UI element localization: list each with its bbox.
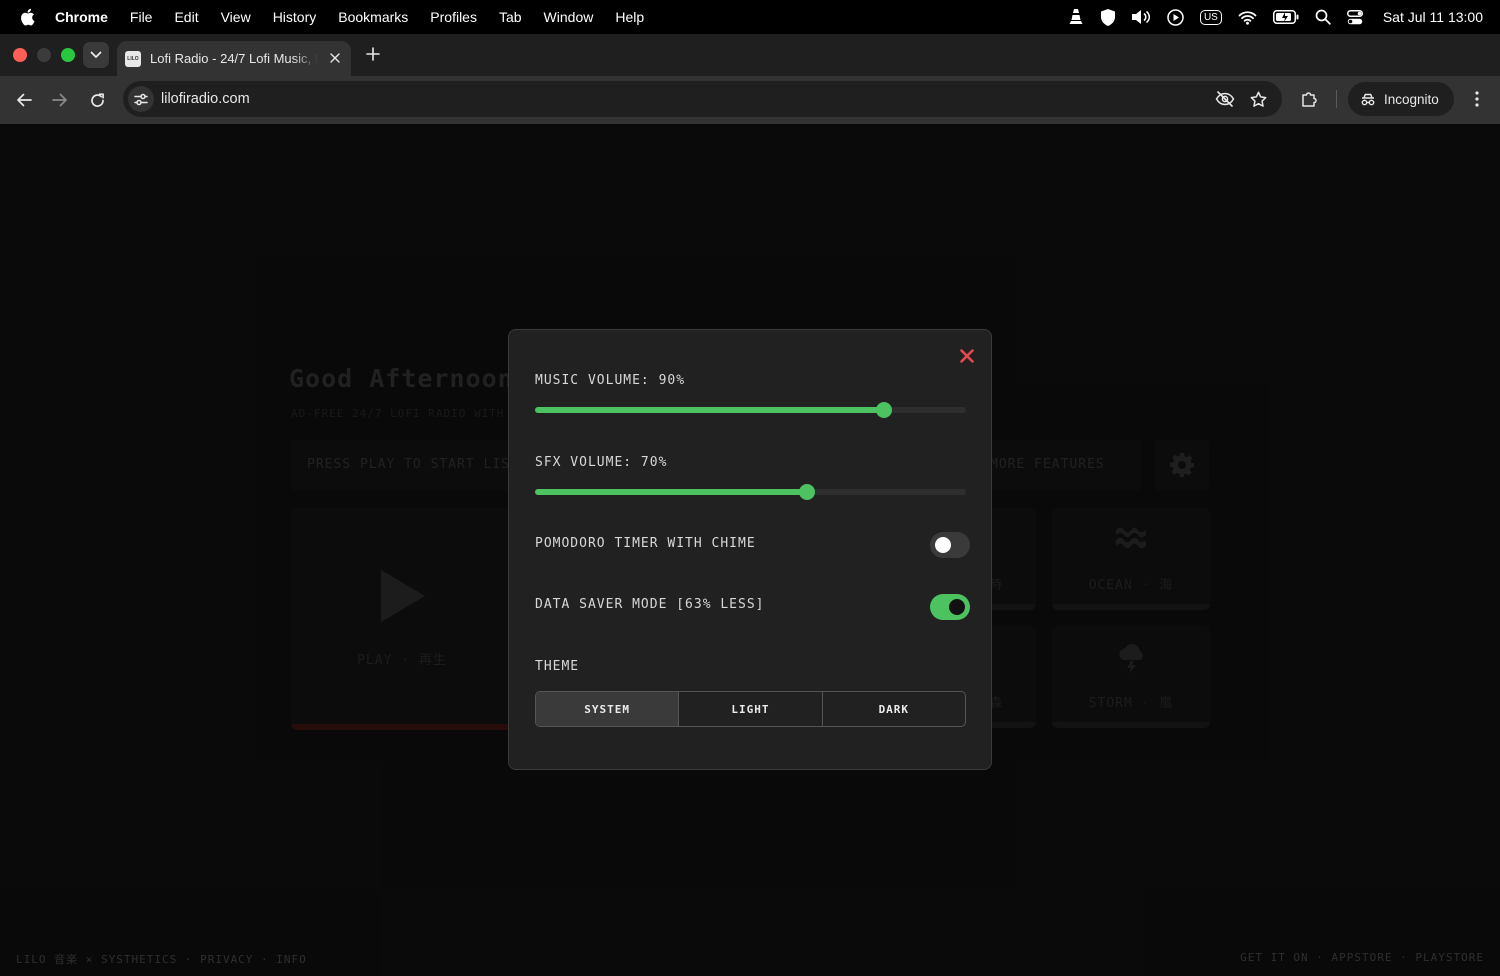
music-volume-slider[interactable] xyxy=(535,402,966,418)
menu-help[interactable]: Help xyxy=(615,9,644,25)
eye-slash-icon[interactable] xyxy=(1215,89,1235,109)
theme-selector: SYSTEM LIGHT DARK xyxy=(535,691,966,727)
close-modal-icon[interactable] xyxy=(959,348,975,364)
sfx-volume-thumb[interactable] xyxy=(799,484,815,500)
menu-edit[interactable]: Edit xyxy=(174,9,198,25)
window-zoom-button[interactable] xyxy=(61,48,75,62)
spotlight-search-icon[interactable] xyxy=(1315,9,1331,25)
site-settings-icon[interactable] xyxy=(128,86,154,112)
extensions-puzzle-icon[interactable] xyxy=(1299,89,1319,109)
tab-title: Lofi Radio - 24/7 Lofi Music, Hip Hop xyxy=(150,51,318,66)
menu-window[interactable]: Window xyxy=(544,9,594,25)
pomodoro-label: POMODORO TIMER WITH CHIME xyxy=(535,536,756,551)
forward-arrow-icon[interactable] xyxy=(48,88,72,112)
apple-logo-icon[interactable] xyxy=(19,8,37,26)
sfx-volume-fill xyxy=(535,489,807,495)
shield-icon[interactable] xyxy=(1100,8,1115,26)
sfx-volume-slider[interactable] xyxy=(535,484,966,500)
pomodoro-toggle[interactable] xyxy=(930,532,970,558)
pomodoro-toggle-knob xyxy=(935,537,951,553)
window-close-button[interactable] xyxy=(13,48,27,62)
theme-light-button[interactable]: LIGHT xyxy=(679,692,823,726)
menu-bookmarks[interactable]: Bookmarks xyxy=(338,9,408,25)
battery-icon[interactable] xyxy=(1272,10,1299,24)
menu-profiles[interactable]: Profiles xyxy=(430,9,477,25)
bookmark-star-icon[interactable] xyxy=(1248,89,1268,109)
chrome-menu-kebab-icon[interactable] xyxy=(1467,89,1487,109)
tab-search-button[interactable] xyxy=(83,42,109,68)
theme-label: THEME xyxy=(535,659,580,674)
menu-file[interactable]: File xyxy=(130,9,153,25)
menu-view[interactable]: View xyxy=(221,9,251,25)
theme-system-button[interactable]: SYSTEM xyxy=(536,692,680,726)
address-url[interactable]: lilofiradio.com xyxy=(161,91,250,107)
window-minimize-button[interactable] xyxy=(37,48,51,62)
data-saver-label: DATA SAVER MODE [63% LESS] xyxy=(535,597,765,612)
menu-history[interactable]: History xyxy=(273,9,317,25)
wifi-icon[interactable] xyxy=(1238,10,1257,25)
play-circle-icon[interactable] xyxy=(1167,8,1184,26)
menu-app-name[interactable]: Chrome xyxy=(55,9,108,25)
reload-icon[interactable] xyxy=(85,88,109,112)
music-volume-thumb[interactable] xyxy=(876,402,892,418)
data-saver-toggle[interactable] xyxy=(930,594,970,620)
music-volume-fill xyxy=(535,407,884,413)
menubar-clock[interactable]: Sat Jul 11 13:00 xyxy=(1383,9,1483,25)
incognito-profile-button[interactable]: Incognito xyxy=(1348,82,1454,116)
address-bar[interactable]: lilofiradio.com xyxy=(123,81,1282,117)
back-arrow-icon[interactable] xyxy=(12,88,36,112)
footer-links-left[interactable]: LILO 音楽 × SYSTHETICS · PRIVACY · INFO xyxy=(16,951,307,967)
theme-dark-button[interactable]: DARK xyxy=(823,692,965,726)
sfx-volume-label: SFX VOLUME: 70% xyxy=(535,455,668,470)
tab-close-icon[interactable] xyxy=(327,50,343,66)
control-center-icon[interactable] xyxy=(1346,9,1363,25)
chevron-down-icon xyxy=(90,51,102,59)
browser-tab-active[interactable]: LILO Lofi Radio - 24/7 Lofi Music, Hip H… xyxy=(117,41,351,76)
settings-modal: MUSIC VOLUME: 90% SFX VOLUME: 70% POMODO… xyxy=(508,329,992,770)
site-favicon-icon: LILO xyxy=(125,50,141,67)
menu-tab[interactable]: Tab xyxy=(499,9,522,25)
input-source-badge[interactable]: US xyxy=(1199,9,1222,25)
incognito-icon xyxy=(1361,93,1375,105)
footer-links-right[interactable]: GET IT ON · APPSTORE · PLAYSTORE xyxy=(1240,951,1484,964)
music-volume-label: MUSIC VOLUME: 90% xyxy=(535,373,686,388)
new-tab-plus-icon[interactable] xyxy=(364,45,382,63)
macos-menu-bar: Chrome File Edit View History Bookmarks … xyxy=(0,0,1500,34)
vlc-cone-icon[interactable] xyxy=(1067,8,1085,26)
data-saver-toggle-knob xyxy=(949,599,965,615)
incognito-label: Incognito xyxy=(1384,91,1439,107)
volume-icon[interactable] xyxy=(1131,9,1151,25)
toolbar-divider xyxy=(1336,90,1337,108)
